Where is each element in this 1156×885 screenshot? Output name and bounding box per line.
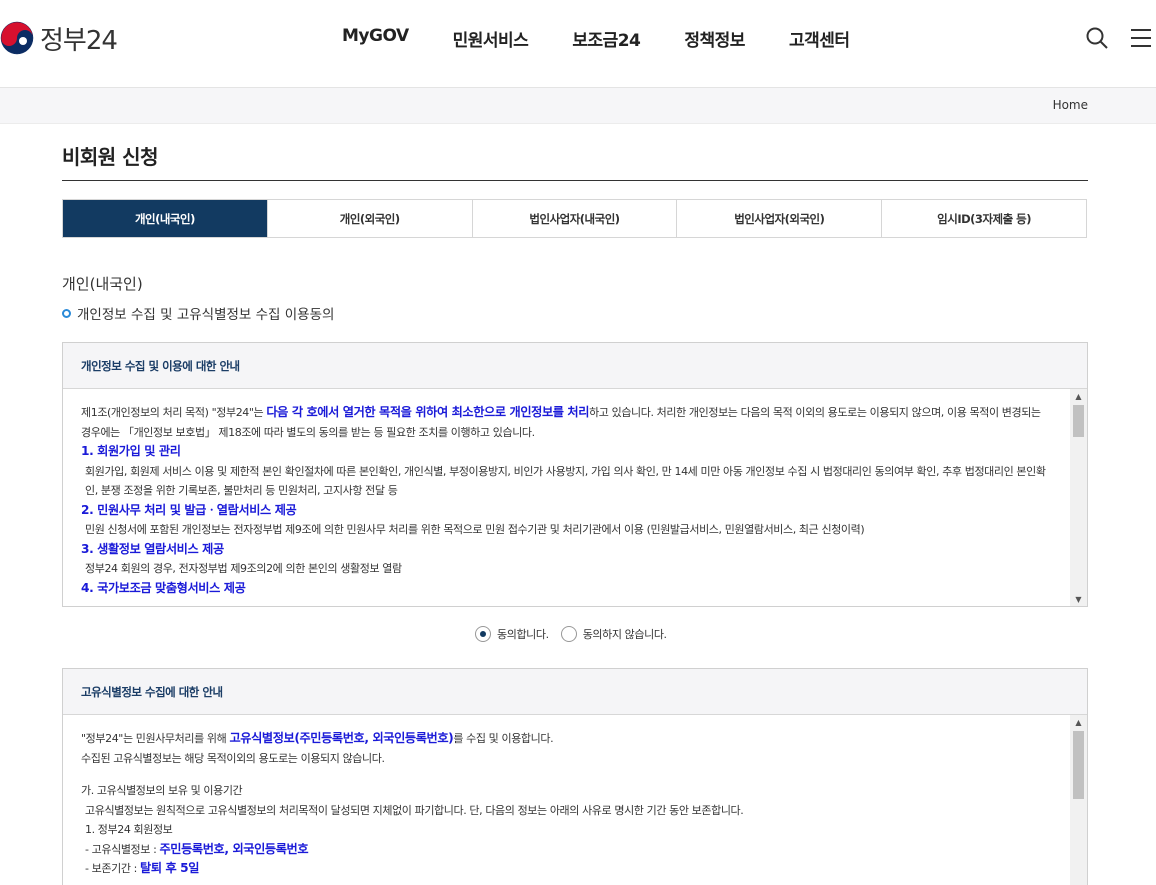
unique-id-p1-a: "정부24"는 민원사무처리를 위해 [81, 732, 230, 745]
privacy-item4-title: 4. 국가보조금 맞춤형서비스 제공 [81, 580, 246, 595]
nav-item-customer-center[interactable]: 고객센터 [789, 26, 850, 51]
nav-item-subsidy[interactable]: 보조금24 [572, 26, 641, 51]
section-subtitle-text: 개인정보 수집 및 고유식별정보 수집 이용동의 [77, 307, 335, 323]
disagree-radio[interactable] [560, 626, 577, 642]
unique-id-p1: "정부24"는 민원사무처리를 위해 고유식별정보(주민등록번호, 외국인등록번… [81, 729, 1051, 749]
unique-id-terms-box: 고유식별정보 수집에 대한 안내 "정부24"는 민원사무처리를 위해 고유식별… [62, 668, 1088, 885]
privacy-terms-heading: 개인정보 수집 및 이용에 대한 안내 [63, 343, 1087, 389]
privacy-item2-text: 민원 신청서에 포함된 개인정보는 전자정부법 제9조에 의한 민원사무 처리를… [85, 523, 865, 536]
privacy-scrollbar[interactable]: ▲ ▼ [1070, 389, 1087, 606]
page-title: 비회원 신청 [62, 145, 158, 169]
section-subtitle: 개인정보 수집 및 고유식별정보 수집 이용동의 [62, 303, 334, 323]
taegeuk-logo-icon [0, 21, 34, 55]
scroll-up-arrow-icon[interactable]: ▲ [1070, 389, 1087, 403]
unique-id-terms-heading: 고유식별정보 수집에 대한 안내 [63, 669, 1087, 715]
privacy-intro: 제1조(개인정보의 처리 목적) "정부24"는 다음 각 호에서 열거한 목적… [81, 403, 1051, 442]
site-header: 정부24 MyGOV 민원서비스 보조금24 정책정보 고객센터 [0, 0, 1156, 88]
brand-name: 정부24 [40, 25, 118, 56]
unique-id-p6: - 고유식별정보 : 주민등록번호, 외국인등록번호 [81, 840, 1051, 860]
section-title: 개인(내국인) [62, 275, 143, 293]
tab-individual-foreign[interactable]: 개인(외국인) [267, 200, 473, 237]
scroll-up-arrow-icon[interactable]: ▲ [1070, 715, 1087, 729]
nav-item-mygov[interactable]: MyGOV [342, 26, 409, 51]
global-nav: MyGOV 민원서비스 보조금24 정책정보 고객센터 [320, 26, 872, 51]
unique-id-terms-text: "정부24"는 민원사무처리를 위해 고유식별정보(주민등록번호, 외국인등록번… [63, 715, 1087, 879]
unique-id-p1-highlight: 고유식별정보(주민등록번호, 외국인등록번호) [229, 731, 454, 745]
breadcrumb-home[interactable]: Home [1053, 98, 1088, 112]
tab-temporary-id[interactable]: 임시ID(3자제출 등) [882, 200, 1086, 237]
privacy-intro-a: 제1조(개인정보의 처리 목적) "정부24"는 [81, 406, 267, 419]
breadcrumb: Home [0, 88, 1156, 124]
privacy-consent-options: 동의합니다. 동의하지 않습니다. [475, 626, 679, 642]
applicant-type-tabs: 개인(내국인) 개인(외국인) 법인사업자(내국인) 법인사업자(외국인) 임시… [62, 199, 1087, 238]
disagree-label[interactable]: 동의하지 않습니다. [583, 626, 667, 642]
agree-radio[interactable] [475, 626, 491, 642]
privacy-intro-highlight: 다음 각 호에서 열거한 목적을 위하여 최소한으로 개인정보를 처리 [266, 405, 590, 419]
scroll-down-arrow-icon[interactable]: ▼ [1070, 592, 1087, 606]
privacy-scroll-thumb[interactable] [1073, 405, 1084, 437]
unique-id-p6-a: - 고유식별정보 : [85, 842, 160, 856]
unique-id-p5: 1. 정부24 회원정보 [85, 823, 173, 836]
nav-item-policy[interactable]: 정책정보 [684, 26, 745, 51]
search-icon[interactable] [1085, 26, 1109, 50]
bullet-ring-icon [62, 308, 71, 318]
privacy-terms-box: 개인정보 수집 및 이용에 대한 안내 제1조(개인정보의 처리 목적) "정부… [62, 342, 1088, 607]
privacy-item2-title: 2. 민원사무 처리 및 발급ㆍ열람서비스 제공 [81, 502, 297, 517]
hamburger-menu-icon[interactable] [1129, 26, 1153, 50]
unique-id-scrollbar[interactable]: ▲ [1070, 715, 1087, 885]
logo[interactable]: 정부24 [0, 20, 118, 56]
unique-id-p1-b: 를 수집 및 이용합니다. [453, 732, 554, 745]
unique-id-p3: 가. 고유식별정보의 보유 및 이용기간 [81, 784, 243, 797]
unique-id-terms-scroll-area[interactable]: "정부24"는 민원사무처리를 위해 고유식별정보(주민등록번호, 외국인등록번… [63, 715, 1087, 885]
privacy-item3-title: 3. 생활정보 열람서비스 제공 [81, 541, 224, 556]
tab-individual-domestic[interactable]: 개인(내국인) [63, 200, 268, 237]
unique-id-p6-highlight: 주민등록번호, 외국인등록번호 [159, 841, 309, 856]
agree-label[interactable]: 동의합니다. [497, 626, 549, 642]
unique-id-p7: - 보존기간 : 탈퇴 후 5일 [81, 859, 1051, 879]
privacy-terms-scroll-area[interactable]: 제1조(개인정보의 처리 목적) "정부24"는 다음 각 호에서 열거한 목적… [63, 389, 1087, 606]
privacy-item3-text: 정부24 회원의 경우, 전자정부법 제9조의2에 의한 본인의 생활정보 열람 [85, 562, 402, 575]
privacy-item1-title: 1. 회원가입 및 관리 [81, 444, 181, 458]
privacy-item1-text: 회원가입, 회원제 서비스 이용 및 제한적 본인 확인절차에 따른 본인확인,… [85, 464, 1046, 498]
nav-item-civil-service[interactable]: 민원서비스 [453, 26, 529, 51]
title-divider [62, 180, 1088, 181]
unique-id-p7-a: - 보존기간 : [85, 862, 141, 875]
tab-business-domestic[interactable]: 법인사업자(내국인) [472, 200, 678, 237]
privacy-terms-text: 제1조(개인정보의 처리 목적) "정부24"는 다음 각 호에서 열거한 목적… [63, 389, 1087, 598]
unique-id-scroll-thumb[interactable] [1073, 731, 1084, 799]
unique-id-p2: 수집된 고유식별정보는 해당 목적이외의 용도로는 이용되지 않습니다. [81, 751, 385, 765]
unique-id-p7-highlight: 탈퇴 후 5일 [140, 861, 200, 875]
tab-business-foreign[interactable]: 법인사업자(외국인) [677, 200, 883, 237]
unique-id-p4: 고유식별정보는 원칙적으로 고유식별정보의 처리목적이 달성되면 지체없이 파기… [85, 803, 744, 817]
